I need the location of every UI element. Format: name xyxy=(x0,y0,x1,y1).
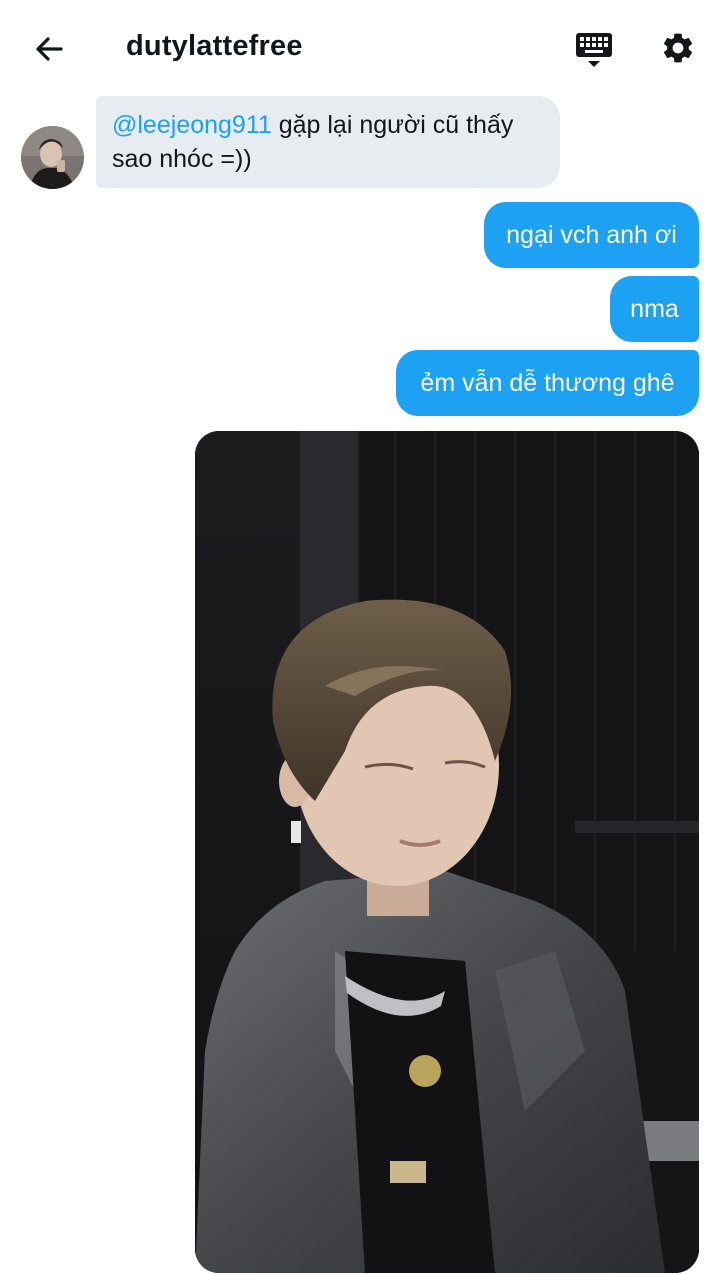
conversation-title: dutylattefree xyxy=(126,30,303,62)
shared-photo-message[interactable] xyxy=(195,431,699,1273)
outgoing-message-text: nma xyxy=(630,295,679,323)
incoming-message-bubble[interactable]: @leejeong911 gặp lại người cũ thấy sao n… xyxy=(96,96,560,188)
outgoing-message-text: ẻm vẫn dễ thương ghê xyxy=(420,369,675,397)
incoming-message-text-line2: sao nhóc =)) xyxy=(112,145,252,173)
gear-icon xyxy=(663,33,693,63)
photo-image xyxy=(195,431,699,1273)
outgoing-message-bubble[interactable]: nma xyxy=(610,276,699,342)
back-button[interactable] xyxy=(26,26,72,72)
arrow-left-icon xyxy=(36,37,63,61)
outgoing-message-bubble[interactable]: ngại vch anh ơi xyxy=(484,202,699,268)
user-mention-link[interactable]: @leejeong911 xyxy=(112,111,272,139)
outgoing-message-text: ngại vch anh ơi xyxy=(506,221,677,249)
outgoing-message-bubble[interactable]: ẻm vẫn dễ thương ghê xyxy=(396,350,699,416)
settings-button[interactable] xyxy=(654,24,702,72)
conversation-header: dutylattefree xyxy=(0,0,719,98)
avatar-photo xyxy=(21,126,84,189)
incoming-message-text: gặp lại người cũ thấy xyxy=(271,111,514,139)
sender-avatar[interactable] xyxy=(21,126,84,189)
keyboard-icon xyxy=(576,33,612,67)
keyboard-button[interactable] xyxy=(570,26,618,74)
